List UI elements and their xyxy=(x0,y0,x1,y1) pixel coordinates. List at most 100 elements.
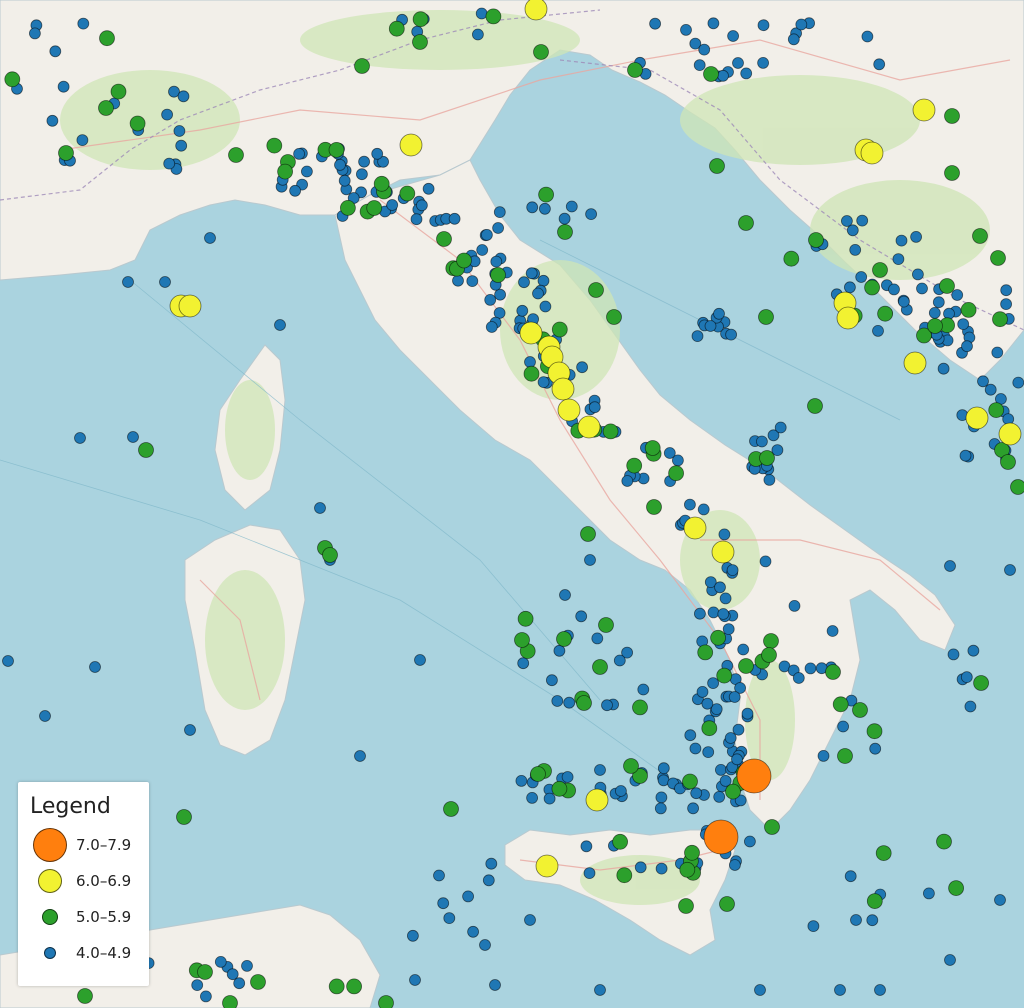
quake-marker-m4[interactable] xyxy=(354,750,366,762)
quake-marker-m5[interactable] xyxy=(684,844,700,861)
quake-marker-m5[interactable] xyxy=(758,309,774,325)
quake-marker-m4[interactable] xyxy=(241,960,253,972)
quake-marker-m4[interactable] xyxy=(515,775,528,787)
quake-marker-m5[interactable] xyxy=(98,100,114,116)
quake-marker-m4[interactable] xyxy=(872,324,884,337)
quake-marker-m4[interactable] xyxy=(575,610,588,623)
quake-marker-m5[interactable] xyxy=(606,309,622,325)
quake-marker-m4[interactable] xyxy=(804,662,817,675)
quake-marker-m4[interactable] xyxy=(944,954,956,966)
quake-marker-m4[interactable] xyxy=(754,984,766,996)
quake-marker-m5[interactable] xyxy=(709,158,725,174)
quake-marker-m4[interactable] xyxy=(729,859,741,871)
quake-marker-m4[interactable] xyxy=(621,475,634,487)
quake-marker-m6[interactable] xyxy=(998,422,1022,446)
quake-marker-m4[interactable] xyxy=(293,147,306,160)
quake-marker-m4[interactable] xyxy=(672,454,684,467)
quake-marker-m4[interactable] xyxy=(937,362,950,375)
quake-marker-m4[interactable] xyxy=(960,671,973,683)
quake-marker-m4[interactable] xyxy=(725,328,737,341)
quake-marker-m4[interactable] xyxy=(471,28,484,41)
quake-marker-m4[interactable] xyxy=(834,984,846,996)
quake-marker-m4[interactable] xyxy=(977,375,989,388)
quake-marker-m5[interactable] xyxy=(623,758,639,774)
quake-marker-m5[interactable] xyxy=(973,675,989,691)
quake-marker-m5[interactable] xyxy=(960,301,977,318)
quake-marker-m4[interactable] xyxy=(994,894,1006,906)
quake-marker-m5[interactable] xyxy=(875,845,892,861)
quake-marker-m4[interactable] xyxy=(959,449,972,462)
quake-marker-m5[interactable] xyxy=(763,633,779,649)
quake-marker-m4[interactable] xyxy=(2,655,14,667)
quake-marker-m5[interactable] xyxy=(761,647,777,663)
quake-marker-m4[interactable] xyxy=(697,503,710,516)
quake-marker-m4[interactable] xyxy=(849,243,862,256)
quake-marker-m4[interactable] xyxy=(591,632,604,645)
quake-marker-m4[interactable] xyxy=(414,654,426,666)
quake-marker-m4[interactable] xyxy=(161,108,174,121)
quake-marker-m5[interactable] xyxy=(852,702,868,718)
quake-marker-m5[interactable] xyxy=(738,215,754,231)
quake-marker-m4[interactable] xyxy=(580,840,593,853)
quake-marker-m4[interactable] xyxy=(788,600,801,612)
quake-marker-m4[interactable] xyxy=(680,23,692,36)
quake-marker-m4[interactable] xyxy=(637,683,650,696)
quake-marker-m4[interactable] xyxy=(358,155,371,168)
quake-marker-m4[interactable] xyxy=(492,222,505,234)
quake-marker-m4[interactable] xyxy=(539,300,552,313)
quake-marker-m5[interactable] xyxy=(485,8,502,25)
quake-marker-m4[interactable] xyxy=(601,699,613,712)
quake-marker-m4[interactable] xyxy=(184,724,196,736)
quake-marker-m4[interactable] xyxy=(928,306,941,319)
quake-marker-m4[interactable] xyxy=(947,648,960,661)
quake-marker-m5[interactable] xyxy=(602,423,619,440)
quake-marker-m5[interactable] xyxy=(725,783,741,800)
quake-marker-m5[interactable] xyxy=(378,995,394,1008)
quake-marker-m4[interactable] xyxy=(476,244,489,256)
quake-marker-m4[interactable] xyxy=(485,857,498,870)
quake-marker-m4[interactable] xyxy=(173,125,186,137)
quake-marker-m4[interactable] xyxy=(233,977,246,990)
quake-marker-m5[interactable] xyxy=(646,499,662,515)
quake-marker-m6[interactable] xyxy=(399,133,423,157)
quake-marker-m4[interactable] xyxy=(559,589,571,601)
quake-marker-m4[interactable] xyxy=(584,554,596,566)
quake-marker-m5[interactable] xyxy=(490,267,506,283)
quake-marker-m4[interactable] xyxy=(689,742,702,755)
quake-marker-m4[interactable] xyxy=(718,528,731,541)
quake-marker-m4[interactable] xyxy=(57,80,70,93)
quake-marker-m4[interactable] xyxy=(817,750,830,762)
quake-marker-m4[interactable] xyxy=(415,199,428,212)
quake-marker-m5[interactable] xyxy=(388,20,405,37)
quake-marker-m5[interactable] xyxy=(703,66,719,82)
quake-marker-m5[interactable] xyxy=(764,819,780,835)
quake-marker-m4[interactable] xyxy=(479,939,491,951)
quake-marker-m4[interactable] xyxy=(537,274,550,287)
quake-marker-m5[interactable] xyxy=(701,720,718,737)
quake-marker-m4[interactable] xyxy=(649,17,661,30)
quake-marker-m4[interactable] xyxy=(740,67,753,80)
quake-marker-m4[interactable] xyxy=(701,697,714,710)
quake-marker-m4[interactable] xyxy=(684,729,697,742)
quake-marker-m5[interactable] xyxy=(632,699,648,716)
quake-marker-m4[interactable] xyxy=(466,275,479,288)
quake-marker-m4[interactable] xyxy=(916,282,928,295)
map-canvas[interactable] xyxy=(0,0,1024,1008)
quake-marker-m4[interactable] xyxy=(76,134,89,147)
quake-marker-m4[interactable] xyxy=(795,18,808,31)
quake-marker-m5[interactable] xyxy=(716,667,733,684)
quake-marker-m4[interactable] xyxy=(563,696,576,709)
quake-marker-m4[interactable] xyxy=(77,17,90,30)
quake-marker-m5[interactable] xyxy=(399,185,416,202)
quake-marker-m4[interactable] xyxy=(704,320,717,332)
quake-marker-m5[interactable] xyxy=(710,629,726,646)
quake-marker-m7[interactable] xyxy=(703,819,739,855)
quake-marker-m4[interactable] xyxy=(1000,284,1013,297)
quake-marker-m5[interactable] xyxy=(588,282,604,298)
quake-marker-m5[interactable] xyxy=(988,402,1005,419)
quake-marker-m4[interactable] xyxy=(29,27,41,40)
quake-marker-m4[interactable] xyxy=(494,288,507,301)
quake-marker-m4[interactable] xyxy=(532,287,544,300)
quake-marker-m5[interactable] xyxy=(990,250,1006,266)
quake-marker-m4[interactable] xyxy=(127,431,139,443)
